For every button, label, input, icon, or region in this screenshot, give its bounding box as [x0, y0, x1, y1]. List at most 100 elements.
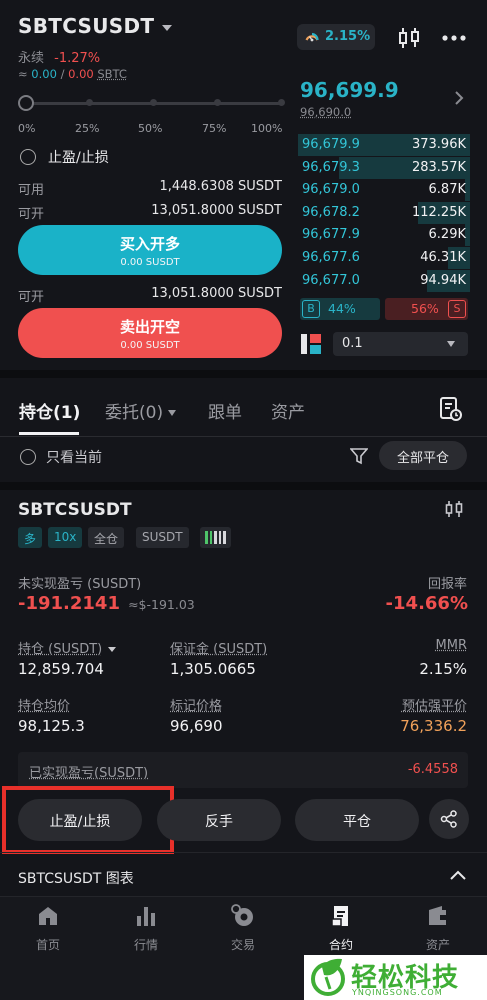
- candlestick-chart-icon[interactable]: [396, 27, 422, 49]
- share-button[interactable]: [429, 799, 469, 839]
- last-price: 96,699.9: [300, 78, 399, 102]
- orderbook-qty: 373.96K: [411, 137, 466, 152]
- orderbook-row[interactable]: 96,679.9 373.96K: [298, 134, 470, 156]
- position-symbol: SBTCSUSDT: [18, 500, 132, 520]
- sell-ratio-bar: 56% S: [385, 298, 468, 320]
- share-icon: [440, 810, 457, 828]
- orderbook-row[interactable]: 96,677.9 6.29K: [298, 224, 470, 247]
- contract-type: 永续: [18, 51, 45, 66]
- chevron-up-icon[interactable]: [449, 869, 467, 881]
- trade-icon: [231, 904, 253, 926]
- liq-price-label: 预估强平价: [401, 699, 467, 714]
- reverse-button[interactable]: 反手: [157, 799, 281, 841]
- nav-trade[interactable]: 交易: [208, 904, 278, 953]
- settle-coin-tag: SUSDT: [136, 527, 189, 548]
- orderbook-row[interactable]: 96,677.0 94.94K: [298, 269, 470, 292]
- radio-icon: [20, 149, 36, 165]
- entry-price-label: 持仓均价: [18, 699, 71, 714]
- roe-value: -14.66%: [385, 593, 468, 614]
- radio-icon: [20, 449, 36, 465]
- order-history-icon[interactable]: [439, 396, 463, 422]
- chevron-down-icon: [168, 410, 177, 416]
- mmr-value: 2.15%: [419, 660, 467, 678]
- upnl-usd: ≈$-191.03: [128, 597, 195, 612]
- symbol-title: SBTCSUSDT: [18, 14, 155, 38]
- mark-price-label: 标记价格: [170, 699, 223, 714]
- realized-pnl-row: 已实现盈亏(SUSDT) -6.4558: [18, 752, 468, 788]
- nav-markets[interactable]: 行情: [111, 904, 181, 953]
- available-label: 可用: [18, 183, 45, 198]
- close-position-button[interactable]: 平仓: [295, 799, 419, 841]
- pnl-line: ≈ 0.00 / 0.00 SBTC: [18, 67, 127, 81]
- active-tab-indicator: [19, 432, 79, 435]
- slider-label: 75%: [202, 122, 227, 135]
- bar-chart-icon: [137, 907, 155, 926]
- orderbook-price: 96,677.9: [302, 227, 360, 243]
- orderbook-qty: 6.87K: [428, 182, 466, 198]
- margin-mode-tag: 全仓: [88, 527, 125, 548]
- tab-positions[interactable]: 持仓(1): [19, 398, 80, 423]
- gauge-icon: [305, 32, 319, 42]
- orderbook-price: 96,677.6: [302, 250, 360, 265]
- orderbook-qty: 283.57K: [411, 159, 466, 175]
- slider-label: 25%: [75, 122, 100, 135]
- buy-ratio-bar: B 44%: [300, 298, 380, 320]
- chevron-down-icon: [162, 24, 173, 31]
- close-all-button[interactable]: 全部平仓: [379, 441, 467, 470]
- orderbook-layout-icon[interactable]: [300, 333, 322, 355]
- orderbook-price: 96,679.3: [302, 159, 360, 175]
- orderbook-qty: 94.94K: [420, 272, 466, 288]
- leaf-logo-icon: [311, 958, 345, 996]
- nav-home[interactable]: 首页: [13, 904, 83, 953]
- candlestick-chart-icon[interactable]: [444, 500, 464, 518]
- side-tag: 多: [18, 527, 43, 548]
- upnl-label: 未实现盈亏 (SUSDT): [18, 577, 142, 592]
- upnl-values: -191.2141 ≈$-191.03: [18, 593, 195, 614]
- tab-copy-trading[interactable]: 跟单: [208, 398, 242, 423]
- home-icon: [39, 907, 57, 925]
- filter-icon[interactable]: [350, 447, 368, 465]
- sell-badge: S: [448, 300, 466, 318]
- precision-select[interactable]: 0.1: [333, 332, 468, 356]
- chevron-right-icon[interactable]: [454, 90, 464, 106]
- slider-handle[interactable]: [18, 95, 34, 111]
- buy-long-button[interactable]: 买入开多 0.00 SUSDT: [18, 225, 282, 275]
- margin-label: 保证金 (SUSDT): [170, 642, 268, 657]
- orderbook-row[interactable]: 96,677.6 46.31K: [298, 247, 470, 269]
- only-current-toggle[interactable]: 只看当前: [20, 447, 102, 467]
- orderbook-qty: 6.29K: [428, 227, 466, 243]
- watermark-logo: 轻松科技 YNQINGSONG.COM: [304, 955, 487, 1000]
- can-open-long-value: 13,051.8000 SUSDT: [151, 203, 282, 218]
- leverage-slider[interactable]: [24, 99, 285, 106]
- more-options-icon[interactable]: [441, 34, 467, 42]
- size-label: 持仓 (SUSDT): [18, 638, 117, 657]
- liq-price-value: 76,336.2: [400, 717, 467, 735]
- orderbook-qty: 46.31K: [420, 250, 466, 265]
- orderbook-price: 96,678.2: [302, 204, 360, 220]
- price-change: -1.27%: [54, 51, 101, 66]
- chevron-down-icon[interactable]: [108, 647, 117, 652]
- chart-section-title[interactable]: SBTCSUSDT 图表: [18, 868, 134, 888]
- can-open-label: 可开: [18, 207, 45, 222]
- can-open-label: 可开: [18, 290, 45, 305]
- section-divider: [0, 482, 487, 490]
- wallet-icon: [429, 906, 447, 925]
- nav-futures[interactable]: 合约: [306, 904, 376, 953]
- orderbook-price: 96,679.9: [302, 137, 360, 152]
- highlight-box: [2, 786, 174, 854]
- tpsl-toggle[interactable]: 止盈/止损: [20, 147, 109, 167]
- sell-short-button[interactable]: 卖出开空 0.00 SUSDT: [18, 308, 282, 358]
- orderbook-row[interactable]: 96,679.3 283.57K: [298, 156, 470, 179]
- upnl-value: -191.2141: [18, 593, 120, 614]
- symbol-selector[interactable]: SBTCSUSDT: [18, 14, 173, 38]
- buy-badge: B: [302, 300, 320, 318]
- orderbook-row[interactable]: 96,678.2 112.25K: [298, 201, 470, 224]
- nav-assets[interactable]: 资产: [403, 904, 473, 953]
- tab-assets[interactable]: 资产: [271, 398, 305, 423]
- roe-label: 回报率: [427, 577, 467, 592]
- tab-orders[interactable]: 委托(0): [105, 398, 177, 423]
- orderbook-row[interactable]: 96,679.0 6.87K: [298, 179, 470, 202]
- mark-price: 96,690.0: [300, 105, 352, 119]
- slider-label: 100%: [251, 122, 283, 135]
- funding-rate-badge[interactable]: 2.15%: [297, 24, 375, 50]
